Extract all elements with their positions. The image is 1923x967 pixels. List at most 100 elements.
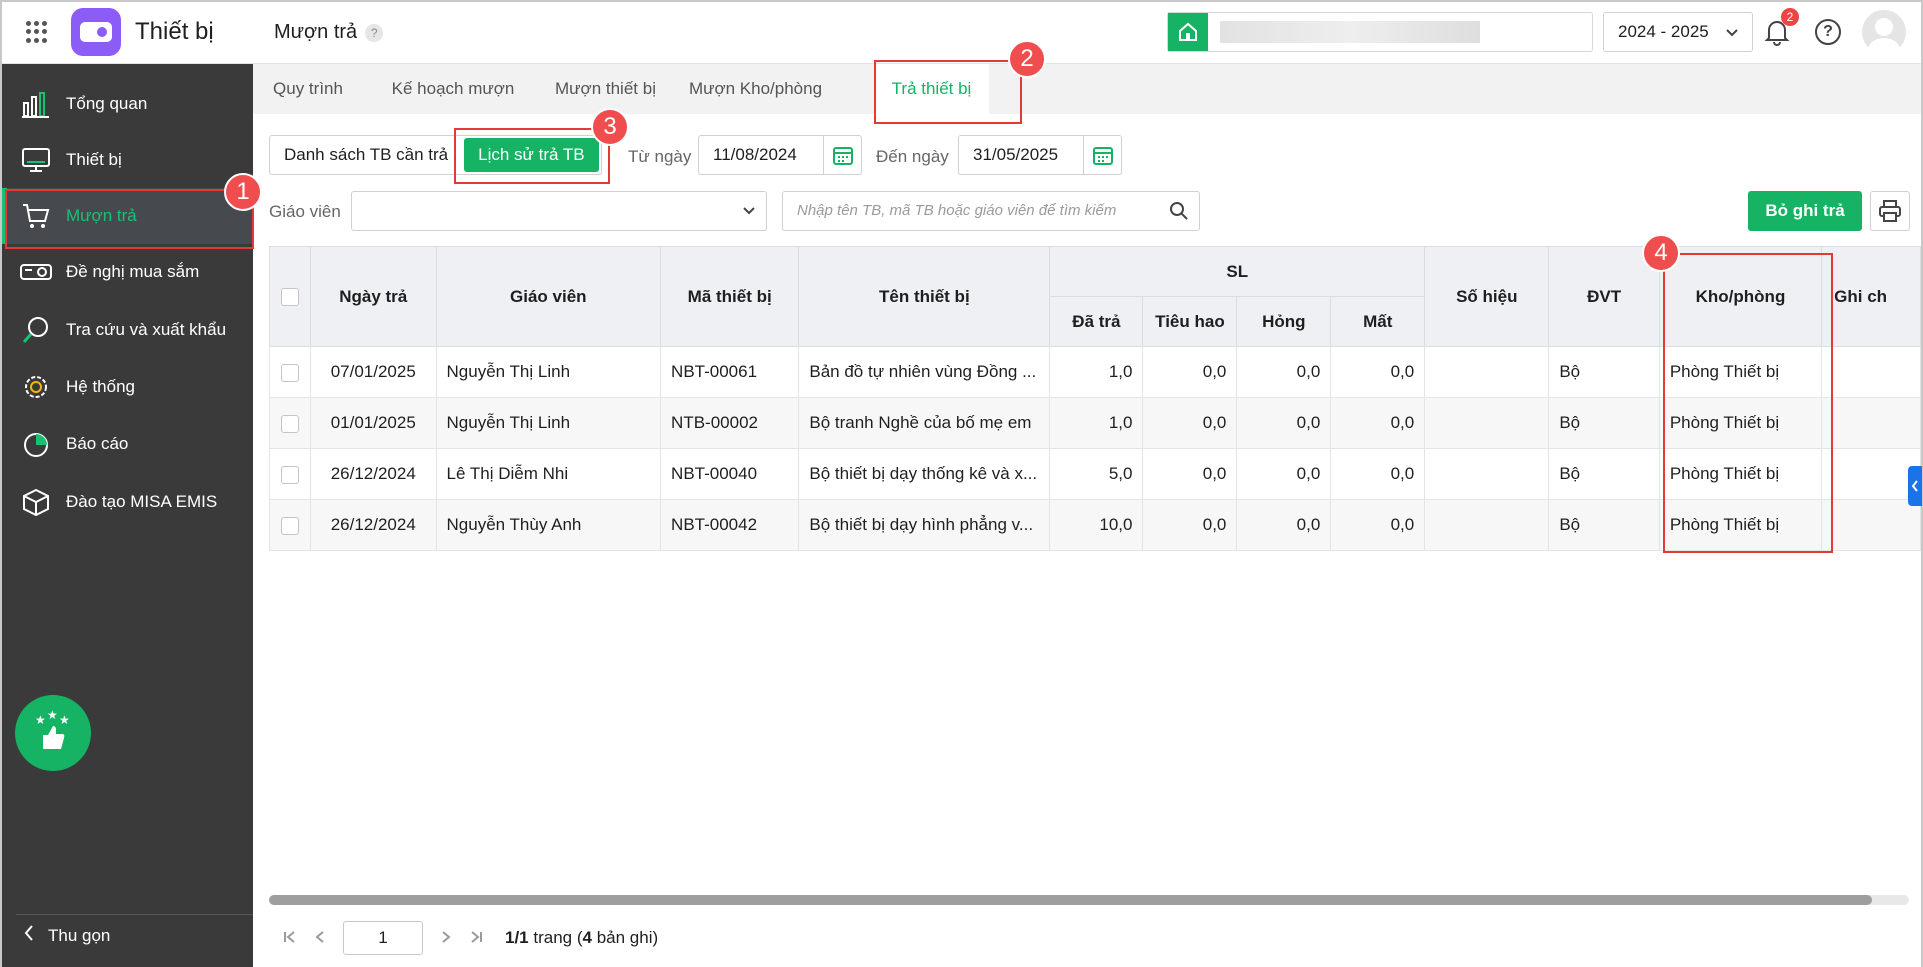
sidebar-item-label: Báo cáo [66,434,129,453]
cell-note [1821,397,1921,449]
annotation-badge-4: 4 [1642,234,1680,272]
tab-borrow-device[interactable]: Mượn thiết bị [543,64,668,114]
cell-date: 01/01/2025 [309,397,437,449]
calendar-icon[interactable] [823,136,861,174]
cell-lost: 0,0 [1330,397,1426,449]
col-device-name[interactable]: Tên thiết bị [798,246,1051,347]
annotation-badge-3: 3 [591,108,629,146]
sidebar-item-overview[interactable]: Tổng quan [2,76,253,132]
unreturn-button[interactable]: Bỏ ghi trả [1748,191,1862,231]
col-lost[interactable]: Mất [1330,296,1426,347]
return-pending-list-button[interactable]: Danh sách TB cần trả [270,136,462,174]
annotation-box-3 [454,128,610,184]
select-all-cell [269,246,311,347]
cell-serial [1424,499,1550,551]
sidebar-item-reports[interactable]: Báo cáo [2,416,253,472]
to-date-value: 31/05/2025 [973,145,1059,164]
cell-broken: 0,0 [1236,448,1332,500]
app-logo [71,8,121,56]
sidebar-item-purchase-request[interactable]: Đề nghị mua sắm [2,244,253,300]
school-year-select[interactable]: 2024 - 2025 [1603,12,1753,52]
next-page-icon[interactable] [441,928,451,949]
col-teacher[interactable]: Giáo viên [435,246,662,347]
cell-unit: Bộ [1548,346,1660,398]
cell-serial [1424,397,1550,449]
search-input[interactable]: Nhập tên TB, mã TB hoặc giáo viên để tìm… [782,191,1200,231]
cell-teacher: Nguyễn Thị Linh [435,346,662,398]
cell-unit: Bộ [1548,448,1660,500]
row-checkbox[interactable] [280,414,299,433]
row-checkbox[interactable] [280,516,299,535]
school-year-value: 2024 - 2025 [1618,22,1709,41]
col-device-code[interactable]: Mã thiết bị [660,246,800,347]
school-name-redacted [1220,21,1480,43]
col-broken[interactable]: Hỏng [1236,296,1332,347]
cell-returned: 10,0 [1049,499,1144,551]
cell-code: NBT-00042 [660,499,800,551]
avatar[interactable] [1862,10,1906,54]
select-all-checkbox[interactable] [280,288,299,307]
cell-consumed: 0,0 [1142,346,1238,398]
print-icon[interactable] [1870,191,1910,231]
col-returned[interactable]: Đã trả [1049,296,1144,347]
chart-icon [20,88,52,120]
tab-borrow-room[interactable]: Mượn Kho/phòng [668,64,843,114]
cell-serial [1424,448,1550,500]
horizontal-scrollbar[interactable] [269,895,1909,905]
prev-page-icon[interactable] [315,928,325,949]
sidebar-item-label: Đề nghị mua sắm [66,262,200,281]
cell-broken: 0,0 [1236,346,1332,398]
from-date-field[interactable]: 11/08/2024 [698,135,862,175]
annotation-badge-2: 2 [1008,40,1046,78]
annotation-box-2 [874,60,1022,124]
last-page-icon[interactable] [469,928,483,949]
to-date-field[interactable]: 31/05/2025 [958,135,1122,175]
tab-borrow-plan[interactable]: Kế hoạch mượn [363,64,543,114]
calendar-icon[interactable] [1083,136,1121,174]
cell-note [1821,448,1921,500]
cube-icon [20,486,52,518]
page-number-input[interactable]: 1 [343,921,423,955]
cell-consumed: 0,0 [1142,448,1238,500]
row-checkbox-cell [269,499,311,551]
scrollbar-thumb[interactable] [269,895,1872,905]
row-checkbox[interactable] [280,363,299,382]
notification-badge: 2 [1781,8,1799,26]
row-checkbox[interactable] [280,465,299,484]
school-icon [1168,13,1208,51]
first-page-icon[interactable] [283,928,297,949]
annotation-box-1 [5,189,254,249]
page-title: Mượn trả ? [274,21,384,44]
svg-text:★: ★ [47,709,58,722]
sidebar-item-system[interactable]: Hệ thống [2,359,253,415]
sidebar-item-devices[interactable]: Thiết bị [2,132,253,188]
col-serial[interactable]: Số hiệu [1424,246,1550,347]
cell-unit: Bộ [1548,499,1660,551]
col-consumed[interactable]: Tiêu hao [1142,296,1238,347]
chevron-left-icon [24,925,34,946]
teacher-select[interactable] [351,191,767,231]
search-icon[interactable] [1169,201,1189,225]
cell-name: Bộ thiết bị dạy hình phẳng v... [798,499,1051,551]
col-note[interactable]: Ghi ch [1821,246,1921,347]
page-help-icon[interactable]: ? [365,23,384,42]
row-checkbox-cell [269,346,311,398]
help-icon[interactable]: ? [1815,19,1841,45]
sidebar-item-training[interactable]: Đào tạo MISA EMIS [2,474,253,530]
collapse-sidebar-button[interactable]: Thu gọn [16,914,267,956]
from-date-value: 11/08/2024 [713,145,797,164]
tab-process[interactable]: Quy trình [253,64,363,114]
col-return-date[interactable]: Ngày trả [309,246,437,347]
col-unit[interactable]: ĐVT [1548,246,1660,347]
pagination: 1 1/1 trang (4 bản ghi) [283,921,658,955]
app-title: Thiết bị [135,18,214,45]
school-selector[interactable] [1167,12,1593,52]
page-word: trang [533,928,573,947]
col-group-quantity: SL [1049,246,1426,297]
rating-button[interactable]: ★ ★ ★ [15,695,91,771]
cell-unit: Bộ [1548,397,1660,449]
panel-toggle-button[interactable] [1908,466,1922,506]
chevron-down-icon [1726,22,1738,42]
sidebar-item-lookup-export[interactable]: Tra cứu và xuất khẩu [2,302,253,358]
app-grid-icon[interactable] [26,21,48,43]
